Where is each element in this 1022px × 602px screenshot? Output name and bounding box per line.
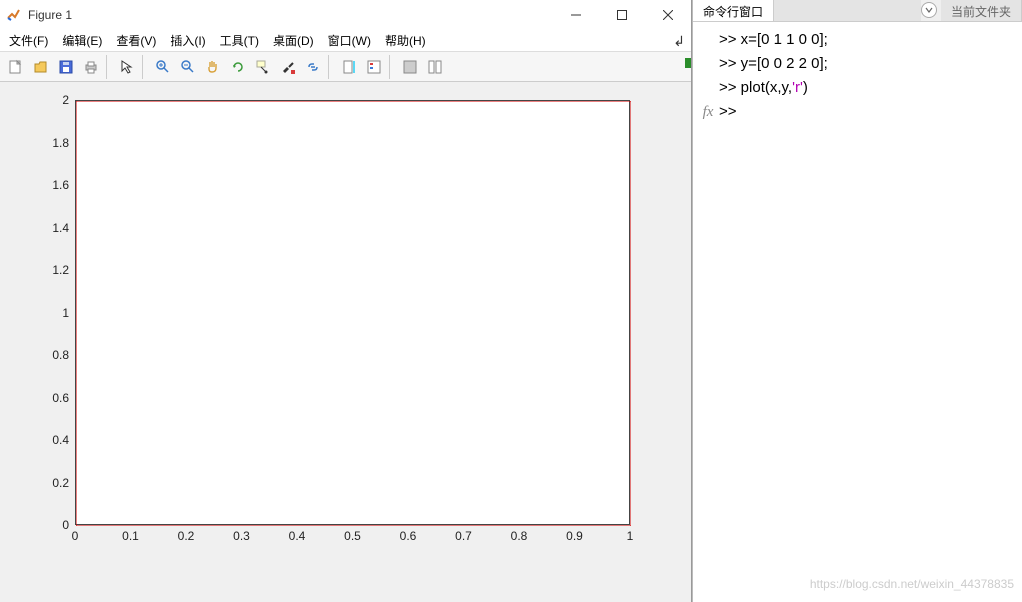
rotate-button[interactable]	[226, 55, 250, 79]
xtick-label: 0	[72, 529, 79, 543]
command-line: >> x=[0 1 1 0 0];	[697, 28, 1016, 52]
edit-arrow-button[interactable]	[115, 55, 139, 79]
save-button[interactable]	[54, 55, 78, 79]
tab-current-folder[interactable]: 当前文件夹	[941, 0, 1022, 21]
ytick-label: 0.4	[39, 433, 69, 447]
menu-help[interactable]: 帮助(H)	[378, 30, 433, 51]
ytick-label: 0.8	[39, 348, 69, 362]
command-line: >> plot(x,y,'r')	[697, 76, 1016, 100]
command-window[interactable]: >> x=[0 1 1 0 0];>> y=[0 0 2 2 0];>> plo…	[693, 22, 1022, 602]
command-line: >> y=[0 0 2 2 0];	[697, 52, 1016, 76]
ytick-label: 2	[39, 93, 69, 107]
watermark-text: https://blog.csdn.net/weixin_44378835	[810, 572, 1014, 596]
xtick-label: 0.6	[400, 529, 417, 543]
xtick-label: 0.2	[178, 529, 195, 543]
close-button[interactable]	[645, 0, 691, 30]
axes-container: 0 0.1 0.2 0.3 0.4 0.5 0.6 0.7 0.8 0.9 1 0 0.2 0.4 0.6…	[0, 82, 691, 602]
figure-title: Figure 1	[28, 8, 553, 22]
axes[interactable]	[75, 100, 630, 525]
ytick-label: 1.8	[39, 136, 69, 150]
ytick-label: 1.2	[39, 263, 69, 277]
open-button[interactable]	[29, 55, 53, 79]
insert-colorbar-button[interactable]	[337, 55, 361, 79]
insert-legend-button[interactable]	[362, 55, 386, 79]
menu-view[interactable]: 查看(V)	[109, 30, 163, 51]
matlab-icon	[6, 7, 22, 23]
ytick-label: 0.6	[39, 391, 69, 405]
figure-titlebar[interactable]: Figure 1	[0, 0, 691, 30]
ytick-label: 1	[39, 306, 69, 320]
xtick-label: 1	[627, 529, 634, 543]
run-marker-icon	[685, 58, 691, 68]
link-button[interactable]	[301, 55, 325, 79]
ide-right-pane: 命令行窗口 当前文件夹 >> x=[0 1 1 0 0];>> y=[0 0 2…	[692, 0, 1022, 602]
xtick-label: 0.4	[289, 529, 306, 543]
xtick-label: 0.1	[122, 529, 139, 543]
ytick-label: 0.2	[39, 476, 69, 490]
hide-tools-button[interactable]	[398, 55, 422, 79]
ytick-label: 1.6	[39, 178, 69, 192]
command-line: fx>>	[697, 100, 1016, 124]
xtick-label: 0.5	[344, 529, 361, 543]
zoom-out-button[interactable]	[176, 55, 200, 79]
figure-window: Figure 1 文件(F) 编辑(E) 查看(V) 插入(I) 工具(T) 桌…	[0, 0, 692, 602]
panel-tabs: 命令行窗口 当前文件夹	[693, 0, 1022, 22]
dock-arrow-icon[interactable]: ↲	[673, 33, 685, 50]
menu-insert[interactable]: 插入(I)	[163, 30, 212, 51]
datacursor-button[interactable]	[251, 55, 275, 79]
figure-menubar: 文件(F) 编辑(E) 查看(V) 插入(I) 工具(T) 桌面(D) 窗口(W…	[0, 30, 691, 52]
menu-file[interactable]: 文件(F)	[2, 30, 55, 51]
ytick-label: 1.4	[39, 221, 69, 235]
xtick-label: 0.8	[511, 529, 528, 543]
tab-command-window[interactable]: 命令行窗口	[693, 0, 774, 21]
minimize-button[interactable]	[553, 0, 599, 30]
line-plot	[76, 101, 631, 526]
menu-tools[interactable]: 工具(T)	[213, 30, 266, 51]
brush-button[interactable]	[276, 55, 300, 79]
menu-edit[interactable]: 编辑(E)	[55, 30, 109, 51]
xtick-label: 0.3	[233, 529, 250, 543]
panel-menu-button[interactable]	[921, 2, 937, 18]
fx-icon[interactable]: fx	[697, 100, 719, 124]
figure-toolbar	[0, 52, 691, 82]
zoom-in-button[interactable]	[151, 55, 175, 79]
new-figure-button[interactable]	[4, 55, 28, 79]
maximize-button[interactable]	[599, 0, 645, 30]
pan-button[interactable]	[201, 55, 225, 79]
menu-window[interactable]: 窗口(W)	[321, 30, 378, 51]
ytick-label: 0	[39, 518, 69, 532]
tile-button[interactable]	[423, 55, 447, 79]
xtick-label: 0.7	[455, 529, 472, 543]
menu-desktop[interactable]: 桌面(D)	[266, 30, 321, 51]
print-button[interactable]	[79, 55, 103, 79]
xtick-label: 0.9	[566, 529, 583, 543]
